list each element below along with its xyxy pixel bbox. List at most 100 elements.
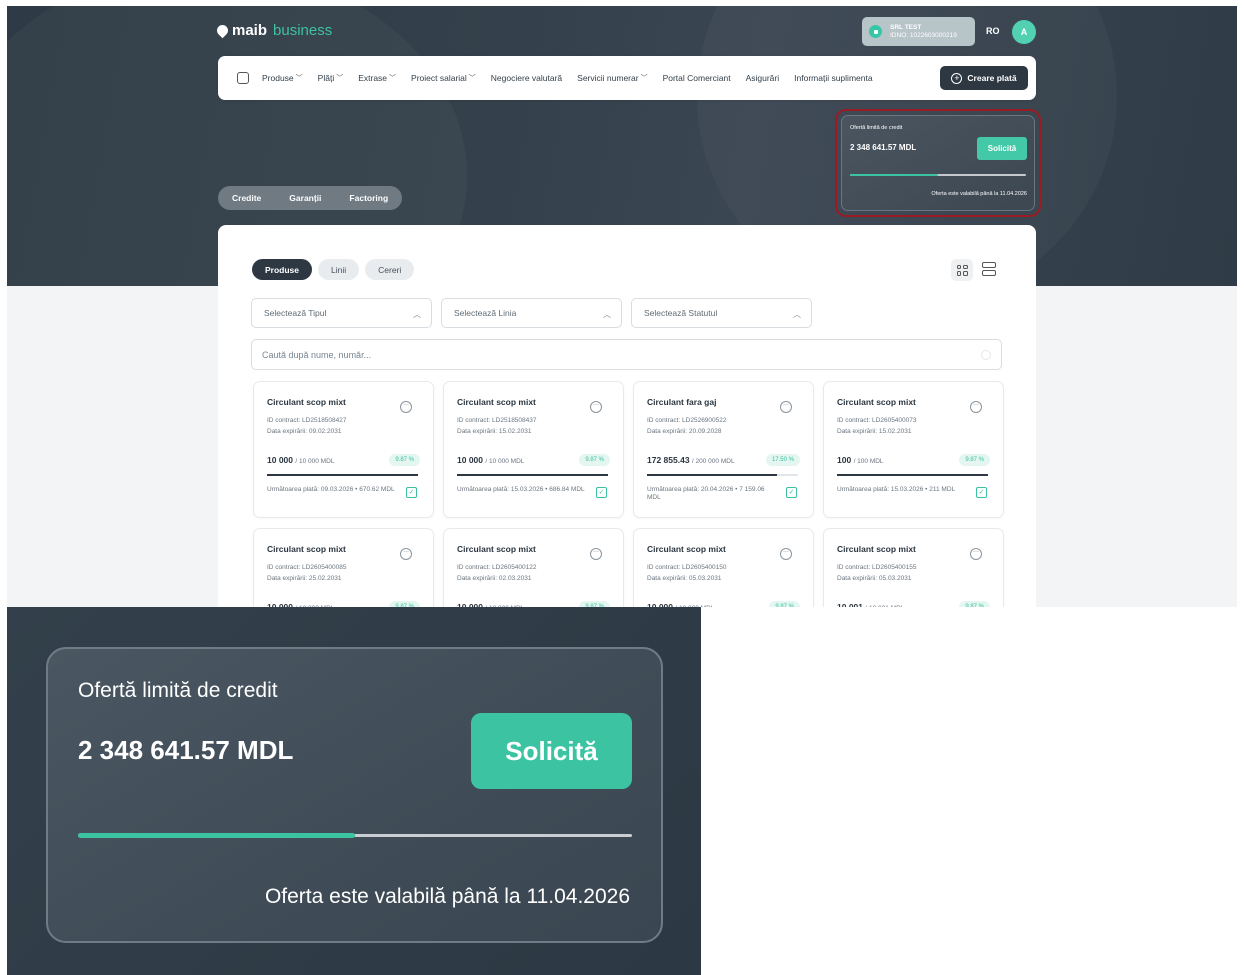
usage-bar-fill [837, 474, 988, 476]
card-amount-value: 172 855.43 [647, 455, 690, 465]
nav-item[interactable]: Negociere valutară [491, 73, 562, 83]
offer-validity-zoomed: Oferta este valabilă până la 11.04.2026 [264, 885, 630, 908]
search-placeholder: Caută după nume, număr... [262, 349, 372, 360]
list-view-icon[interactable] [982, 262, 996, 276]
card-amount: 100 / 100 MDL [837, 455, 884, 465]
home-icon[interactable] [237, 72, 249, 84]
card-amount-limit: / 10 000 MDL [295, 458, 335, 465]
status-select-label: Selectează Statutul [644, 308, 718, 318]
card-amount-limit: / 10 001 MDL [865, 605, 904, 607]
nav-item[interactable]: Proiect salarial ﹀ [411, 73, 476, 83]
create-payment-button[interactable]: + Creare plată [940, 66, 1028, 90]
grid-view-icon[interactable] [951, 259, 973, 281]
nav-item-label: Extrase [358, 73, 388, 83]
usage-bar-fill [267, 474, 418, 476]
nav-item[interactable]: Servicii numerar ﹀ [577, 73, 647, 83]
nav-item-label: Plăți [317, 73, 335, 83]
card-contract-id: ID contract: LD2518508437 [457, 417, 537, 424]
credit-card[interactable]: Circulant scop mixt ··· ID contract: LD260… [823, 381, 1004, 518]
nav-item[interactable]: Produse ﹀ [262, 73, 303, 83]
next-payment: Următoarea plată: 09.03.2026 • 670.62 MD… [267, 486, 395, 493]
more-options-icon[interactable]: ··· [400, 401, 412, 413]
tab-credite[interactable]: Credite [232, 193, 261, 203]
nav-item[interactable]: Plăți ﹀ [318, 73, 344, 83]
more-options-icon[interactable]: ··· [970, 548, 982, 560]
card-amount: 10 000 / 10 000 MDL [457, 455, 524, 465]
credit-card[interactable]: Circulant scop mixt ··· ID contract: LD260… [443, 528, 624, 607]
usage-bar-fill [457, 474, 608, 476]
card-amount-value: 10 000 [267, 455, 293, 465]
interest-rate-badge: 9.87 % [959, 601, 990, 607]
nav-item-label: Negociere valutară [490, 73, 563, 83]
nav-item-label: Servicii numerar [577, 73, 639, 83]
nav-item[interactable]: Portal Comerciant [663, 73, 731, 83]
credit-card[interactable]: Circulant fara gaj ··· ID contract: LD2526… [633, 381, 814, 518]
company-switcher[interactable]: SRL TEST IDNO: 1022603000219 [862, 17, 975, 46]
card-title: Circulant scop mixt [837, 544, 916, 554]
app-screenshot: maib business SRL TEST IDNO: 10226030002… [7, 6, 1237, 607]
company-icon [869, 25, 882, 38]
card-title: Circulant scop mixt [457, 544, 536, 554]
language-switcher[interactable]: RO [986, 26, 1000, 36]
card-amount: 10 000 / 10 000 MDL [267, 455, 334, 465]
nav-item[interactable]: Informații suplimentа [794, 73, 872, 83]
nav-item-label: Asigurări [745, 73, 780, 83]
more-options-icon[interactable]: ··· [970, 401, 982, 413]
offer-apply-button-zoomed[interactable]: Solicită [471, 713, 632, 789]
maib-logo-icon [214, 22, 231, 39]
nav-item-label: Informații suplimentа [794, 73, 873, 83]
credit-offer-card-zoomed: Ofertă limită de credit 2 348 641.57 MDL… [46, 647, 663, 943]
more-options-icon[interactable]: ··· [590, 548, 602, 560]
offer-amount-zoomed: 2 348 641.57 MDL [78, 735, 294, 765]
nav-item[interactable]: Asigurări [746, 73, 780, 83]
section-tabs: Credite Garanții Factoring [218, 186, 403, 210]
card-amount-limit: / 200 000 MDL [691, 458, 735, 465]
card-amount: 172 855.43 / 200 000 MDL [647, 455, 735, 465]
check-icon: ✓ [976, 487, 987, 498]
credit-card[interactable]: Circulant scop mixt ··· ID contract: LD251… [443, 381, 624, 518]
card-expiry-date: Data expirării: 15.02.2031 [457, 428, 532, 435]
avatar[interactable]: A [1012, 20, 1036, 44]
card-title: Circulant scop mixt [267, 397, 346, 407]
card-expiry-date: Data expirării: 15.02.2031 [837, 428, 912, 435]
card-title: Circulant scop mixt [837, 397, 916, 407]
logo[interactable]: maib business [214, 22, 333, 39]
search-input[interactable]: Caută după nume, număr... [251, 339, 1002, 370]
more-options-icon[interactable]: ··· [400, 548, 412, 560]
credit-card[interactable]: Circulant scop mixt ··· ID contract: LD260… [823, 528, 1004, 607]
usage-bar [837, 474, 988, 476]
more-options-icon[interactable]: ··· [780, 401, 792, 413]
usage-bar [647, 474, 798, 476]
subtab-cereri[interactable]: Cereri [365, 259, 415, 280]
company-info: SRL TEST IDNO: 1022603000219 [890, 24, 957, 40]
nav-item-label: Proiect salarial [411, 73, 467, 83]
tab-garantii[interactable]: Garanții [289, 193, 321, 203]
tab-factoring[interactable]: Factoring [349, 193, 388, 203]
type-select[interactable]: Selectează Tipul ︿ [251, 298, 432, 328]
card-expiry-date: Data expirării: 09.02.2031 [267, 428, 342, 435]
status-select[interactable]: Selectează Statutul ︿ [631, 298, 812, 328]
more-options-icon[interactable]: ··· [590, 401, 602, 413]
card-expiry-date: Data expirării: 05.03.2031 [837, 575, 912, 582]
highlight-outline [835, 109, 1041, 217]
check-icon: ✓ [596, 487, 607, 498]
subtab-produse[interactable]: Produse [252, 259, 313, 280]
chevron-down-icon: ﹀ [389, 75, 397, 82]
card-amount-limit: / 100 MDL [853, 458, 884, 465]
type-select-label: Selectează Tipul [264, 308, 327, 318]
brand-name: maib [232, 22, 268, 39]
credit-card[interactable]: Circulant scop mixt ··· ID contract: LD251… [253, 381, 434, 518]
next-payment: Următoarea plată: 15.03.2026 • 686.84 MD… [457, 486, 585, 493]
credit-card[interactable]: Circulant scop mixt ··· ID contract: LD260… [633, 528, 814, 607]
card-amount-value: 100 [837, 455, 852, 465]
more-options-icon[interactable]: ··· [780, 548, 792, 560]
main-navbar: Produse ﹀ Plăți ﹀ Extrase ﹀ Proiect salarial ﹀ N… [218, 56, 1036, 100]
nav-item[interactable]: Extrase ﹀ [358, 73, 396, 83]
chevron-down-icon: ﹀ [468, 75, 476, 82]
subtab-linii[interactable]: Linii [318, 259, 360, 280]
card-contract-id: ID contract: LD2605400155 [837, 564, 917, 571]
brand-suffix: business [273, 22, 333, 39]
credit-card[interactable]: Circulant scop mixt ··· ID contract: LD260… [253, 528, 434, 607]
chevron-down-icon: ﹀ [640, 75, 648, 82]
line-select[interactable]: Selectează Linia ︿ [441, 298, 622, 328]
